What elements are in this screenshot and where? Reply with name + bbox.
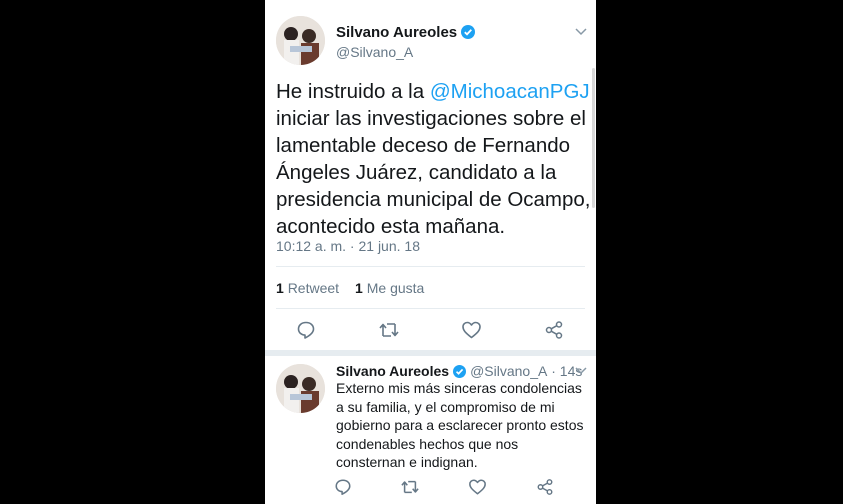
share-icon[interactable] bbox=[536, 478, 554, 501]
retweet-icon[interactable] bbox=[378, 320, 400, 345]
retweet-stat[interactable]: 1 Retweet bbox=[276, 280, 339, 296]
author-handle[interactable]: @Silvano_A bbox=[336, 44, 413, 60]
avatar[interactable] bbox=[276, 364, 325, 413]
scrollbar[interactable] bbox=[592, 68, 595, 208]
verified-badge-icon bbox=[461, 25, 476, 43]
reply-text: Externo mis más sinceras condolencias a … bbox=[336, 380, 584, 470]
divider bbox=[276, 266, 585, 267]
mention-link[interactable]: @MichoacanPGJ bbox=[430, 80, 590, 103]
tweet-timestamp[interactable]: 10:12 a. m. · 21 jun. 18 bbox=[276, 238, 420, 254]
divider bbox=[276, 308, 585, 309]
author-name[interactable]: Silvano Aureoles bbox=[336, 24, 476, 43]
heart-icon[interactable] bbox=[461, 320, 482, 345]
retweet-icon[interactable] bbox=[400, 478, 420, 501]
tweet-text: He instruido a la @MichoacanPGJ iniciar … bbox=[276, 80, 591, 238]
tweet-screen: Silvano Aureoles @Silvano_A He instruido… bbox=[265, 0, 596, 504]
section-separator bbox=[265, 350, 596, 356]
tweet-stats: 1 Retweet 1 Me gusta bbox=[276, 280, 424, 296]
chevron-down-icon[interactable] bbox=[575, 363, 587, 378]
reply-icon[interactable] bbox=[296, 320, 316, 345]
heart-icon[interactable] bbox=[468, 478, 487, 501]
avatar[interactable] bbox=[276, 16, 325, 65]
reply-icon[interactable] bbox=[334, 478, 352, 501]
like-stat[interactable]: 1 Me gusta bbox=[355, 280, 424, 296]
share-icon[interactable] bbox=[544, 320, 564, 345]
reply-handle: @Silvano_A bbox=[470, 363, 548, 379]
chevron-down-icon[interactable] bbox=[575, 24, 587, 39]
